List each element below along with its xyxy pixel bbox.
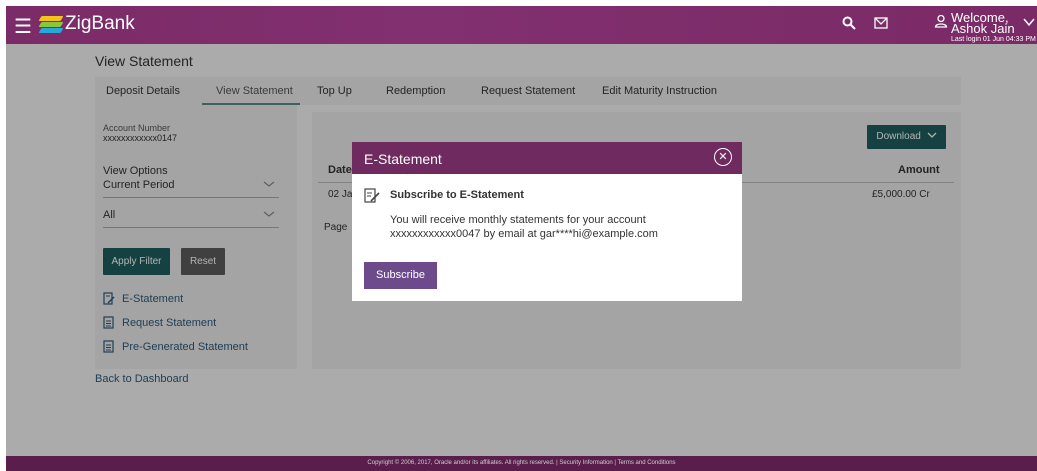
edit-document-icon — [364, 187, 380, 207]
mail-icon[interactable] — [874, 16, 888, 33]
search-icon[interactable] — [842, 16, 856, 34]
menu-icon[interactable]: ☰ — [14, 14, 32, 39]
app-frame: ☰ ZigBank Welcome, Ashok Jain Last login… — [6, 6, 1037, 471]
user-icon[interactable] — [934, 14, 948, 32]
modal-message: You will receive monthly statements for … — [390, 213, 710, 241]
top-bar: ☰ ZigBank Welcome, Ashok Jain Last login… — [6, 6, 1037, 44]
modal-subtitle: Subscribe to E-Statement — [390, 189, 524, 201]
modal-title: E-Statement — [364, 151, 442, 167]
footer: Copyright © 2006, 2017, Oracle and/or it… — [6, 456, 1037, 471]
e-statement-modal: E-Statement ✕ Subscribe to E-Statement Y… — [352, 142, 742, 301]
modal-message-line1: You will receive monthly statements for … — [390, 214, 646, 226]
close-icon[interactable]: ✕ — [714, 148, 732, 166]
subscribe-button[interactable]: Subscribe — [364, 262, 437, 289]
logo[interactable]: ZigBank — [38, 13, 135, 35]
zigbank-logo-icon — [38, 16, 64, 33]
app-name: ZigBank — [65, 13, 135, 34]
modal-message-line2: xxxxxxxxxxxx0047 by email at gar****hi@e… — [390, 228, 658, 240]
chevron-down-icon[interactable] — [1023, 15, 1035, 30]
modal-header: E-Statement ✕ — [352, 142, 742, 174]
